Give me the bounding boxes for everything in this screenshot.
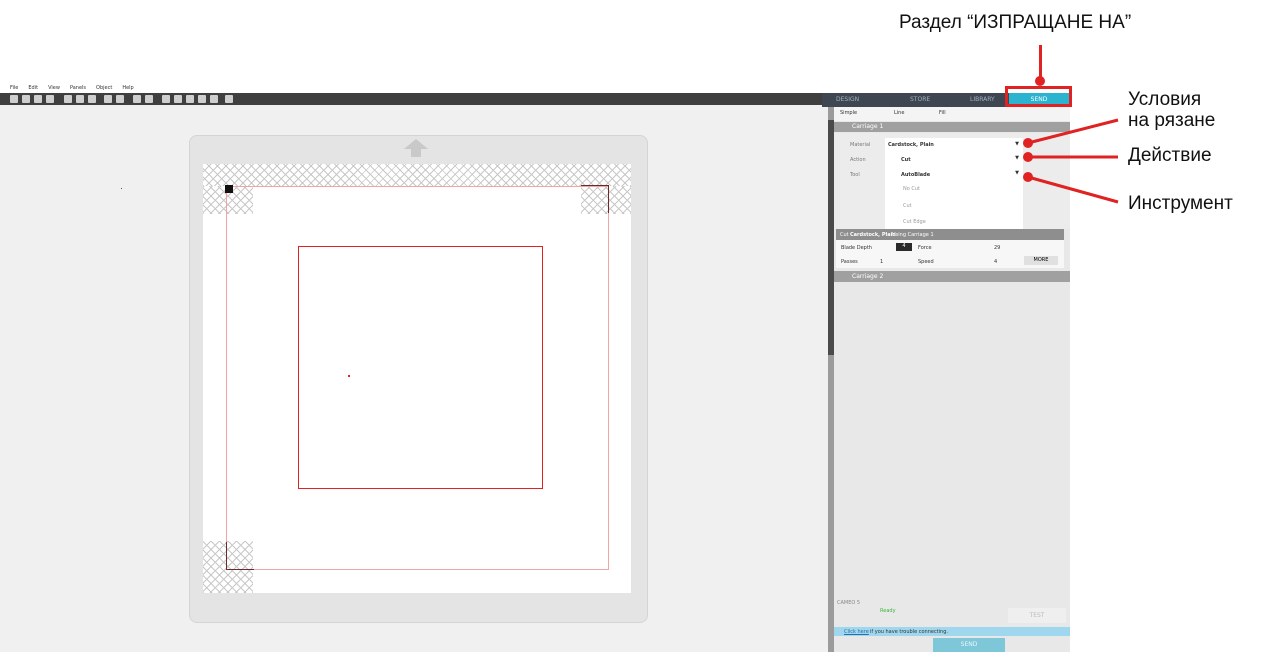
device-status: Ready <box>880 608 896 614</box>
nav-design[interactable]: DESIGN <box>836 96 859 103</box>
option-no-cut[interactable]: No Cut <box>903 186 920 192</box>
undo-icon[interactable] <box>104 95 112 103</box>
connection-help-bar: Click here if you have trouble connectin… <box>834 627 1070 636</box>
speed-value[interactable]: 4 <box>994 259 997 265</box>
passes-label: Passes <box>841 259 858 265</box>
action-label: Action <box>850 157 866 163</box>
center-point <box>348 375 350 377</box>
action-dropdown[interactable]: Cut ▼ <box>885 152 1023 167</box>
option-cut[interactable]: Cut <box>903 203 912 209</box>
summary-prefix: Cut <box>840 232 849 238</box>
test-button[interactable]: TEST <box>1008 608 1066 623</box>
send-section-callout-dot <box>1035 76 1045 86</box>
send-button[interactable]: SEND <box>933 638 1005 652</box>
ungroup-icon[interactable] <box>145 95 153 103</box>
menu-help[interactable]: Help <box>122 85 133 93</box>
tab-fill[interactable]: Fill <box>939 110 946 116</box>
registration-mark-corner-tr <box>581 185 609 213</box>
force-value[interactable]: 29 <box>994 245 1000 251</box>
menu-edit[interactable]: Edit <box>28 85 38 93</box>
send-section-annotation: Раздел “ИЗПРАЩАНЕ НА” <box>899 12 1132 33</box>
chevron-down-icon: ▼ <box>1015 141 1019 147</box>
more-button[interactable]: MORE <box>1024 256 1058 265</box>
tool-annotation: Инструмент <box>1128 193 1233 214</box>
trouble-text: if you have trouble connecting. <box>870 629 948 635</box>
open-icon[interactable] <box>22 95 30 103</box>
pan-hand-icon[interactable] <box>210 95 218 103</box>
cut-conditions-annotation-line2: на рязане <box>1128 110 1216 131</box>
menu-view[interactable]: View <box>48 85 60 93</box>
nav-store[interactable]: STORE <box>910 96 930 103</box>
carriage-2-header[interactable]: Carriage 2 <box>834 271 1070 282</box>
feed-arrow-icon <box>404 139 428 157</box>
copy-icon[interactable] <box>76 95 84 103</box>
main-toolbar <box>0 93 828 105</box>
menu-object[interactable]: Object <box>96 85 112 93</box>
passes-value[interactable]: 1 <box>880 259 883 265</box>
cut-conditions-annotation-line1: Условия <box>1128 89 1202 110</box>
print-icon[interactable] <box>46 95 54 103</box>
material-label: Material <box>850 142 871 148</box>
blade-settings: Blade Depth 4 Force 29 Passes 1 Speed 4 … <box>836 240 1064 268</box>
send-section-callout-box <box>1005 86 1072 107</box>
chevron-down-icon: ▼ <box>1015 170 1019 176</box>
force-label: Force <box>918 245 932 251</box>
zoom-in-icon[interactable] <box>162 95 170 103</box>
zoom-out-icon[interactable] <box>174 95 182 103</box>
canvas-dot <box>121 188 122 189</box>
registration-mark-square <box>225 185 233 193</box>
device-panel: CAMEO 5 Ready TEST <box>834 598 1070 626</box>
chevron-down-icon: ▼ <box>1015 155 1019 161</box>
save-icon[interactable] <box>34 95 42 103</box>
carriage-2-label: Carriage 2 <box>852 273 884 280</box>
callout-lines <box>1023 118 1119 204</box>
tool-dropdown[interactable]: AutoBlade ▼ No Cut Cut Cut Edge <box>885 167 1023 229</box>
carriage-1-label: Carriage 1 <box>852 123 884 130</box>
tool-value: AutoBlade <box>901 172 931 178</box>
click-here-link[interactable]: Click here <box>844 629 869 635</box>
menu-panels[interactable]: Panels <box>70 85 86 93</box>
zoom-fit-icon[interactable] <box>186 95 194 103</box>
new-icon[interactable] <box>10 95 18 103</box>
move-down-icon[interactable] <box>198 95 206 103</box>
redo-icon[interactable] <box>116 95 124 103</box>
tool-label: Tool <box>850 172 860 178</box>
summary-material: Cardstock, Plain <box>850 232 896 238</box>
cut-icon[interactable] <box>64 95 72 103</box>
device-name: CAMEO 5 <box>837 600 861 606</box>
paste-icon[interactable] <box>88 95 96 103</box>
action-value: Cut <box>901 157 911 163</box>
blade-depth-label: Blade Depth <box>841 245 872 251</box>
page-setup-icon[interactable] <box>225 95 233 103</box>
cut-summary-bar: Cut Cardstock, Plain Using Carriage 1 <box>836 229 1064 240</box>
menu-bar: File Edit View Panels Object Help <box>10 85 210 93</box>
design-square-shape[interactable] <box>298 246 543 489</box>
registration-mark-corner-bl <box>226 542 254 570</box>
group-icon[interactable] <box>133 95 141 103</box>
option-cut-edge[interactable]: Cut Edge <box>903 219 926 225</box>
mat-hatch-top <box>203 164 631 186</box>
tab-line[interactable]: Line <box>894 110 904 116</box>
tab-simple[interactable]: Simple <box>840 110 857 116</box>
blade-depth-value[interactable]: 4 <box>896 243 912 251</box>
action-annotation: Действие <box>1128 145 1212 166</box>
summary-suffix: Using Carriage 1 <box>892 232 934 238</box>
menu-file[interactable]: File <box>10 85 18 93</box>
material-value: Cardstock, Plain <box>888 142 934 148</box>
speed-label: Speed <box>918 259 934 265</box>
nav-library[interactable]: LIBRARY <box>970 96 995 103</box>
material-dropdown[interactable]: Cardstock, Plain ▼ <box>885 138 1023 152</box>
